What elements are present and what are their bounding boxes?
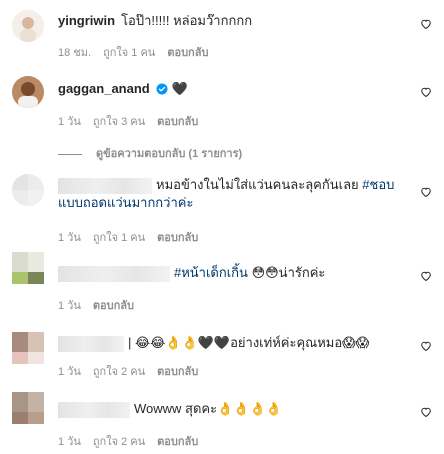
comment-text: หมอข้างในไม่ใส่แว่นคนละลุคกันเลย #ชอบแบบ… xyxy=(58,176,404,212)
view-replies-divider xyxy=(58,153,82,155)
avatar[interactable] xyxy=(12,392,44,424)
avatar[interactable] xyxy=(12,332,44,364)
avatar[interactable] xyxy=(12,10,44,42)
view-replies-label: ดูข้อความตอบกลับ (1 รายการ) xyxy=(96,148,243,160)
comment-meta: 1 วัน ถูกใจ 2 คน ตอบกลับ xyxy=(58,362,210,380)
comment-meta: 1 วัน ถูกใจ 3 คน ตอบกลับ xyxy=(58,112,210,130)
comment-body: 😳😳น่ารักค่ะ xyxy=(251,265,326,280)
comment-text: | 😂😂👌👌🖤🖤อย่างเท่ห์ค่ะคุณหมอ😱😱 xyxy=(58,334,404,352)
reply-button[interactable]: ตอบกลับ xyxy=(167,47,208,59)
comment-time[interactable]: 1 วัน xyxy=(58,366,81,378)
like-heart-icon[interactable] xyxy=(420,86,432,98)
like-heart-icon[interactable] xyxy=(420,270,432,282)
comment-meta: 1 วัน ตอบกลับ xyxy=(58,296,146,314)
comment-text: yingriwin โอป๊า!!!!! หล่อมว๊ากกกก xyxy=(58,12,404,30)
comment-meta: 1 วัน ถูกใจ 2 คน ตอบกลับ xyxy=(58,432,210,450)
comment-likes[interactable]: ถูกใจ 2 คน xyxy=(93,436,145,448)
blurred-username xyxy=(58,265,170,282)
comment-body: หมอข้างในไม่ใส่แว่นคนละลุคกันเลย xyxy=(156,177,359,192)
comment-body: 🖤 xyxy=(171,81,188,96)
comment-meta: 1 วัน ถูกใจ 1 คน ตอบกลับ xyxy=(58,228,210,246)
like-heart-icon[interactable] xyxy=(420,406,432,418)
like-heart-icon[interactable] xyxy=(420,340,432,352)
blurred-username xyxy=(58,335,124,352)
like-heart-icon[interactable] xyxy=(420,18,432,30)
reply-button[interactable]: ตอบกลับ xyxy=(157,436,198,448)
comment-item: #หน้าเด็กเกิ้น 😳😳น่ารักค่ะ 1 วัน ตอบกลับ xyxy=(0,248,444,324)
comment-time[interactable]: 1 วัน xyxy=(58,300,81,312)
blurred-username xyxy=(58,177,152,194)
comment-item: | 😂😂👌👌🖤🖤อย่างเท่ห์ค่ะคุณหมอ😱😱 1 วัน ถูกใจ… xyxy=(0,324,444,384)
comment-time[interactable]: 1 วัน xyxy=(58,232,81,244)
reply-button[interactable]: ตอบกลับ xyxy=(157,366,198,378)
verified-badge-icon xyxy=(156,82,168,100)
comment-username[interactable]: gaggan_anand xyxy=(58,81,150,96)
comment-time[interactable]: 1 วัน xyxy=(58,116,81,128)
comment-body: Wowww สุดคะ👌👌👌👌 xyxy=(134,401,282,416)
avatar[interactable] xyxy=(12,174,44,206)
comment-text: gaggan_anand 🖤 xyxy=(58,80,404,100)
comment-meta: 18 ชม. ถูกใจ 1 คน ตอบกลับ xyxy=(58,43,220,61)
comment-item: Wowww สุดคะ👌👌👌👌 1 วัน ถูกใจ 2 คน ตอบกลับ xyxy=(0,384,444,454)
comment-username[interactable]: yingriwin xyxy=(58,13,115,28)
comment-likes[interactable]: ถูกใจ 1 คน xyxy=(93,232,145,244)
comment-item: หมอข้างในไม่ใส่แว่นคนละลุคกันเลย #ชอบแบบ… xyxy=(0,166,444,248)
comment-text: #หน้าเด็กเกิ้น 😳😳น่ารักค่ะ xyxy=(58,264,404,282)
comment-time[interactable]: 1 วัน xyxy=(58,436,81,448)
hashtag-link[interactable]: #หน้าเด็กเกิ้น xyxy=(174,265,248,280)
avatar[interactable] xyxy=(12,76,44,108)
comment-likes[interactable]: ถูกใจ 2 คน xyxy=(93,366,145,378)
comment-body: โอป๊า!!!!! หล่อมว๊ากกกก xyxy=(121,13,253,28)
like-heart-icon[interactable] xyxy=(420,186,432,198)
comment-item: yingriwin โอป๊า!!!!! หล่อมว๊ากกกก 18 ชม. ถ… xyxy=(0,0,444,62)
reply-button[interactable]: ตอบกลับ xyxy=(157,232,198,244)
comment-time[interactable]: 18 ชม. xyxy=(58,47,91,59)
view-replies-button[interactable]: ดูข้อความตอบกลับ (1 รายการ) xyxy=(58,144,242,162)
reply-button[interactable]: ตอบกลับ xyxy=(93,300,134,312)
reply-button[interactable]: ตอบกลับ xyxy=(157,116,198,128)
comment-body: | 😂😂👌👌🖤🖤อย่างเท่ห์ค่ะคุณหมอ😱😱 xyxy=(128,335,370,350)
comment-text: Wowww สุดคะ👌👌👌👌 xyxy=(58,400,404,418)
blurred-username xyxy=(58,401,130,418)
comment-likes[interactable]: ถูกใจ 3 คน xyxy=(93,116,145,128)
avatar[interactable] xyxy=(12,252,44,284)
comment-likes[interactable]: ถูกใจ 1 คน xyxy=(103,47,155,59)
